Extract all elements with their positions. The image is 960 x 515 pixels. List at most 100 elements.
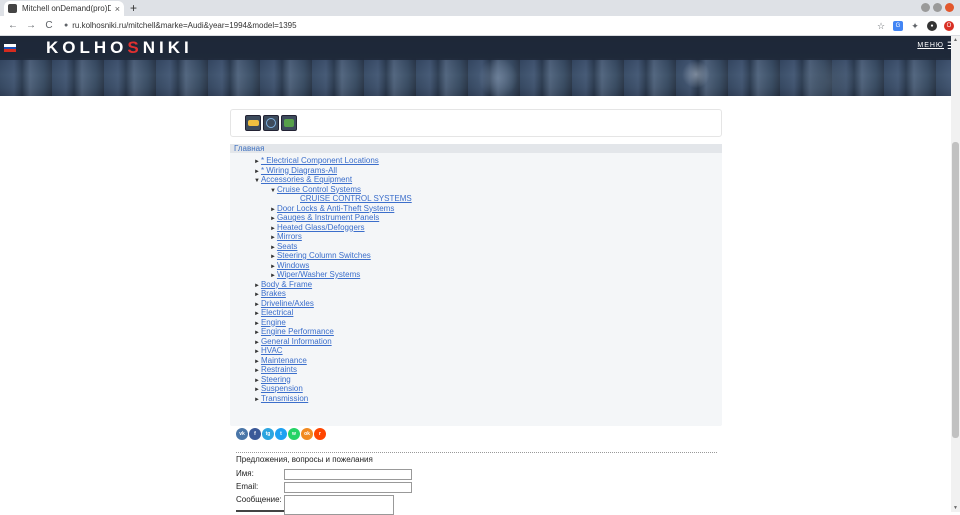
vehicle-select-button[interactable] <box>245 115 261 131</box>
tree-link[interactable]: Wiper/Washer Systems <box>277 270 360 279</box>
share-f-icon[interactable]: f <box>249 428 261 440</box>
tree-link[interactable]: General Information <box>261 337 332 346</box>
close-window-icon[interactable] <box>945 3 954 12</box>
tree-link[interactable]: CRUISE CONTROL SYSTEMS <box>300 194 412 203</box>
tree-link[interactable]: Steering Column Switches <box>277 251 371 260</box>
search-tool-button[interactable] <box>263 115 279 131</box>
tree-link[interactable]: Driveline/Axles <box>261 299 314 308</box>
new-tab-button[interactable]: + <box>130 0 137 16</box>
tree-item: ►Transmission <box>254 394 308 406</box>
tree-link[interactable]: Suspension <box>261 384 303 393</box>
translate-extension-icon[interactable]: G <box>893 20 903 31</box>
site-top-bar: KOLHOSNIKI МЕНЮ ☰ <box>0 36 960 60</box>
opera-extension-icon[interactable]: O <box>944 20 954 31</box>
tree-item: CRUISE CONTROL SYSTEMS <box>300 194 412 204</box>
email-input[interactable] <box>284 482 412 493</box>
tree-link[interactable]: Cruise Control Systems <box>277 185 361 194</box>
browser-toolbar: ← → C ● ru.kolhosniki.ru/mitchell&marke=… <box>0 16 960 36</box>
expand-arrow-icon[interactable]: ► <box>254 378 260 384</box>
tree-link[interactable]: Door Locks & Anti-Theft Systems <box>277 204 394 213</box>
car-icon <box>247 120 259 126</box>
expand-arrow-icon[interactable]: ► <box>270 245 276 251</box>
scrollbar-thumb[interactable] <box>952 142 959 438</box>
tree-link[interactable]: Engine Performance <box>261 327 334 336</box>
extensions-puzzle-icon[interactable]: ✦ <box>910 21 920 31</box>
bookmark-star-icon[interactable]: ☆ <box>876 21 886 31</box>
collapse-arrow-icon[interactable]: ▼ <box>270 188 276 194</box>
expand-arrow-icon[interactable]: ► <box>254 311 260 317</box>
tab-close-icon[interactable]: × <box>115 4 120 14</box>
tree-link[interactable]: * Electrical Component Locations <box>261 156 379 165</box>
forward-button[interactable]: → <box>24 20 38 31</box>
share-r-icon[interactable]: r <box>314 428 326 440</box>
expand-arrow-icon[interactable]: ► <box>270 235 276 241</box>
browser-tab-strip: Mitchell onDemand(pro)D × + <box>0 0 960 16</box>
russian-flag-icon[interactable] <box>4 44 16 53</box>
mitchell-toolbar <box>230 109 722 137</box>
main-content: Главная ►* Electrical Component Location… <box>230 109 722 426</box>
expand-arrow-icon[interactable]: ► <box>254 368 260 374</box>
expand-arrow-icon[interactable]: ► <box>254 387 260 393</box>
expand-arrow-icon[interactable]: ► <box>254 330 260 336</box>
share-ok-icon[interactable]: ok <box>301 428 313 440</box>
browser-tab[interactable]: Mitchell onDemand(pro)D × <box>4 1 124 16</box>
tree-link[interactable]: Seats <box>277 242 297 251</box>
expand-arrow-icon[interactable]: ► <box>254 302 260 308</box>
expand-arrow-icon[interactable]: ► <box>254 321 260 327</box>
scroll-up-icon[interactable]: ▲ <box>951 36 960 44</box>
reload-button[interactable]: C <box>42 20 56 31</box>
minimize-window-icon[interactable] <box>921 3 930 12</box>
tree-link[interactable]: Body & Frame <box>261 280 312 289</box>
tree-link[interactable]: Transmission <box>261 394 308 403</box>
site-logo[interactable]: KOLHOSNIKI <box>46 38 193 58</box>
tree-panel: Главная ►* Electrical Component Location… <box>230 144 722 426</box>
tree-link[interactable]: * Wiring Diagrams-All <box>261 166 337 175</box>
expand-arrow-icon[interactable]: ► <box>254 349 260 355</box>
expand-arrow-icon[interactable]: ► <box>254 397 260 403</box>
back-button[interactable]: ← <box>6 20 20 31</box>
share-tg-icon[interactable]: tg <box>262 428 274 440</box>
collapse-arrow-icon[interactable]: ▼ <box>254 178 260 184</box>
menu-link[interactable]: МЕНЮ <box>917 42 944 49</box>
expand-arrow-icon[interactable]: ► <box>270 264 276 270</box>
favicon-icon <box>8 4 17 13</box>
share-t-icon[interactable]: t <box>275 428 287 440</box>
tree-link[interactable]: Steering <box>261 375 291 384</box>
expand-arrow-icon[interactable]: ► <box>270 226 276 232</box>
tree-link[interactable]: Restraints <box>261 365 297 374</box>
tree-link[interactable]: Brakes <box>261 289 286 298</box>
breadcrumb[interactable]: Главная <box>230 144 722 153</box>
expand-arrow-icon[interactable]: ► <box>254 340 260 346</box>
tree-link[interactable]: HVAC <box>261 346 283 355</box>
tree-link[interactable]: Gauges & Instrument Panels <box>277 213 379 222</box>
message-textarea[interactable] <box>284 495 394 515</box>
lock-icon[interactable]: ● <box>64 22 68 29</box>
page-scrollbar[interactable]: ▲ ▼ <box>951 36 960 512</box>
expand-arrow-icon[interactable]: ► <box>270 273 276 279</box>
expand-arrow-icon[interactable]: ► <box>254 283 260 289</box>
name-input[interactable] <box>284 469 412 480</box>
tree-link[interactable]: Maintenance <box>261 356 307 365</box>
expand-arrow-icon[interactable]: ► <box>270 207 276 213</box>
maximize-window-icon[interactable] <box>933 3 942 12</box>
tree-link[interactable]: Mirrors <box>277 232 302 241</box>
tree-link[interactable]: Electrical <box>261 308 293 317</box>
tree-link[interactable]: Engine <box>261 318 286 327</box>
share-w-icon[interactable]: w <box>288 428 300 440</box>
home-tool-button[interactable] <box>281 115 297 131</box>
magnifier-icon <box>266 118 276 128</box>
share-vk-icon[interactable]: vk <box>236 428 248 440</box>
tree-link[interactable]: Accessories & Equipment <box>261 175 352 184</box>
expand-arrow-icon[interactable]: ► <box>270 216 276 222</box>
scroll-down-icon[interactable]: ▼ <box>951 504 960 512</box>
tree-link[interactable]: Heated Glass/Defoggers <box>277 223 365 232</box>
expand-arrow-icon[interactable]: ► <box>254 359 260 365</box>
expand-arrow-icon[interactable]: ► <box>254 169 260 175</box>
expand-arrow-icon[interactable]: ► <box>254 159 260 165</box>
expand-arrow-icon[interactable]: ► <box>270 254 276 260</box>
address-bar[interactable]: ru.kolhosniki.ru/mitchell&marke=Audi&yea… <box>72 21 869 30</box>
expand-arrow-icon[interactable]: ► <box>254 292 260 298</box>
window-controls <box>921 3 954 12</box>
tree-link[interactable]: Windows <box>277 261 309 270</box>
profile-avatar-icon[interactable]: ● <box>927 20 937 31</box>
